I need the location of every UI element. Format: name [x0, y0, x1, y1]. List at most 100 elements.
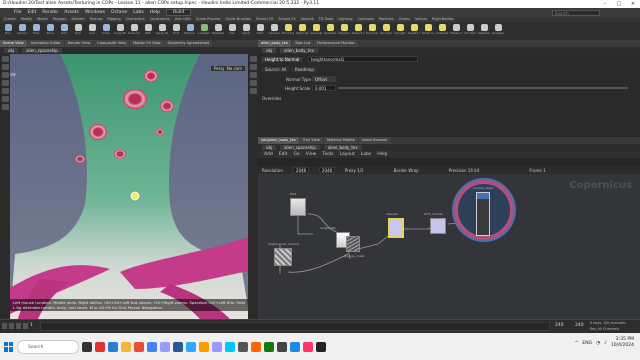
- key-all-channels[interactable]: Key All Channels: [590, 327, 619, 331]
- net-menu-view[interactable]: View: [306, 152, 317, 157]
- net-menu-edit[interactable]: Edit: [279, 152, 288, 157]
- language-indicator[interactable]: ENG: [582, 341, 592, 346]
- roadmap-section[interactable]: Roadmap: [292, 67, 317, 72]
- net-menu-labs[interactable]: Labs: [361, 152, 371, 157]
- app-icon-16[interactable]: [290, 341, 300, 352]
- shelf-tool-button[interactable]: Grid: [58, 24, 70, 38]
- path-alien-spaceship[interactable]: alien_spaceship: [280, 145, 320, 150]
- net-menu-help[interactable]: Help: [377, 152, 387, 157]
- app-icon-17[interactable]: [303, 341, 313, 352]
- node-name-field[interactable]: heighttonormal1: [308, 56, 418, 62]
- pose-tool-icon[interactable]: [1, 96, 9, 102]
- tab-composite-view[interactable]: Composite View: [94, 40, 130, 47]
- shelf-tool-button[interactable]: Spot Light: [296, 24, 308, 38]
- snap-icon[interactable]: [249, 88, 257, 94]
- node-heightocolor[interactable]: [274, 248, 292, 266]
- shelf-tool-button[interactable]: Spiral: [240, 24, 252, 38]
- main-search-input[interactable]: Search: [552, 9, 600, 16]
- shelf-tool-button[interactable]: Torus: [44, 24, 56, 38]
- tab-asset-browser[interactable]: Asset Browser: [359, 137, 391, 144]
- app-icon-14[interactable]: [264, 341, 274, 352]
- path-obj[interactable]: obj: [262, 48, 277, 53]
- wifi-icon[interactable]: ◔: [596, 341, 600, 346]
- shelf-tool-button[interactable]: Helix: [254, 24, 266, 38]
- app-icon-15[interactable]: [277, 341, 287, 352]
- res-x-field[interactable]: 2048: [292, 167, 309, 173]
- app-icon-18[interactable]: [316, 341, 326, 352]
- menu-octane[interactable]: Octane: [111, 10, 127, 15]
- app-icon-1[interactable]: [95, 341, 105, 352]
- tab-geometry-spreadsheet[interactable]: Geometry Spreadsheet: [164, 40, 213, 47]
- path-alien-body-tex[interactable]: alien_body_tex: [280, 48, 318, 53]
- tab-scene-view[interactable]: Scene View: [0, 40, 27, 47]
- shelf-tool-button[interactable]: Sky Light: [380, 24, 392, 38]
- scale-tool-icon[interactable]: [1, 80, 9, 86]
- play-back-icon[interactable]: [2, 323, 7, 329]
- close-icon[interactable]: ✕: [626, 0, 640, 8]
- display-options-icon[interactable]: [249, 56, 257, 62]
- tab-animation-editor[interactable]: Animation Editor: [27, 40, 64, 47]
- minimize-icon[interactable]: –: [598, 0, 612, 8]
- normal-type-select[interactable]: Offset: [312, 76, 336, 82]
- premiere-icon[interactable]: [160, 341, 170, 352]
- shelf-tool-button[interactable]: Font: [170, 24, 182, 38]
- file-explorer-icon[interactable]: [121, 341, 131, 352]
- shelf-tool-button[interactable]: Box: [2, 24, 14, 38]
- volume-icon[interactable]: ♪: [604, 341, 607, 346]
- taskbar-search-input[interactable]: Search: [17, 339, 79, 354]
- shelf-tool-button[interactable]: Draw Curve: [128, 24, 140, 38]
- precision-select[interactable]: Precision 16 bit: [449, 168, 480, 173]
- app-icon-11[interactable]: [225, 341, 235, 352]
- node-sharpen[interactable]: [388, 218, 404, 238]
- shelf-tool-button[interactable]: Circle: [100, 24, 112, 38]
- current-frame[interactable]: 1: [30, 323, 33, 328]
- illustrator-icon[interactable]: [199, 341, 209, 352]
- shelf-tool-button[interactable]: Spray Paint: [156, 24, 168, 38]
- after-effects-icon[interactable]: [212, 341, 222, 352]
- clock[interactable]: 2:35 PM 10/4/2024: [611, 337, 634, 349]
- net-menu-add[interactable]: Add: [264, 152, 273, 157]
- menu-edit[interactable]: Edit: [28, 10, 37, 15]
- shelf-tool-button[interactable]: Area Light: [310, 24, 322, 38]
- shelf-tool-button[interactable]: Ambient Light: [436, 24, 448, 38]
- tab-network-path[interactable]: /obj/alien_body_tex: [258, 137, 299, 144]
- path-alien-body-tex[interactable]: alien_body_tex: [323, 145, 362, 150]
- shelf-tool-button[interactable]: Caustic Light: [408, 24, 420, 38]
- net-menu-layout[interactable]: Layout: [339, 152, 354, 157]
- path-alien-spaceship[interactable]: alien_spaceship: [22, 48, 62, 53]
- app-icon-7[interactable]: [173, 341, 183, 352]
- scene-viewport[interactable]: View Persp No cam: [0, 54, 258, 319]
- tab-performance-monitor[interactable]: Performance Monitor: [314, 40, 358, 47]
- shelf-tool-button[interactable]: Camera: [268, 24, 280, 38]
- shelf-tool-button[interactable]: Sphere: [16, 24, 28, 38]
- shelf-tool-button[interactable]: Curve Bezier: [114, 24, 126, 38]
- res-y-field[interactable]: 2048: [318, 167, 335, 173]
- net-menu-tools[interactable]: Tools: [322, 152, 333, 157]
- lighting-icon[interactable]: [249, 64, 257, 70]
- border-select[interactable]: Border Wrap: [394, 168, 419, 173]
- tab-render-view[interactable]: Render View: [64, 40, 94, 47]
- maximize-icon[interactable]: □: [612, 0, 626, 8]
- node-normal-apply[interactable]: [476, 192, 490, 236]
- frame-field[interactable]: Frame 1: [529, 168, 545, 173]
- menu-assets[interactable]: Assets: [64, 10, 79, 15]
- wireframe-icon[interactable]: [249, 80, 257, 86]
- camera-menu[interactable]: No cam: [223, 66, 245, 71]
- app-icon-12[interactable]: [238, 341, 248, 352]
- shelf-tool-button[interactable]: Distant Light: [352, 24, 364, 38]
- tab-take-list[interactable]: Take List: [291, 40, 314, 47]
- shelf-tool-button[interactable]: Geometry Light: [324, 24, 336, 38]
- tab-material-palette[interactable]: Material Palette: [323, 137, 359, 144]
- handle-tool-icon[interactable]: [1, 88, 9, 94]
- shelf-tool-button[interactable]: Platonic Solids: [184, 24, 196, 38]
- select-tool-icon[interactable]: [1, 56, 9, 62]
- shelf-tool-button[interactable]: Path: [142, 24, 154, 38]
- menu-file[interactable]: File: [14, 10, 22, 15]
- proxy-select[interactable]: Proxy 1/2: [345, 168, 364, 173]
- move-tool-icon[interactable]: [1, 64, 9, 70]
- shelf-tool-button[interactable]: Stereo Camera: [450, 24, 462, 38]
- menu-help[interactable]: Help: [150, 10, 160, 15]
- chrome-icon[interactable]: [147, 341, 157, 352]
- network-editor[interactable]: Copernicus file1 height_file heightocolo…: [258, 174, 640, 319]
- task-view-icon[interactable]: [82, 341, 92, 352]
